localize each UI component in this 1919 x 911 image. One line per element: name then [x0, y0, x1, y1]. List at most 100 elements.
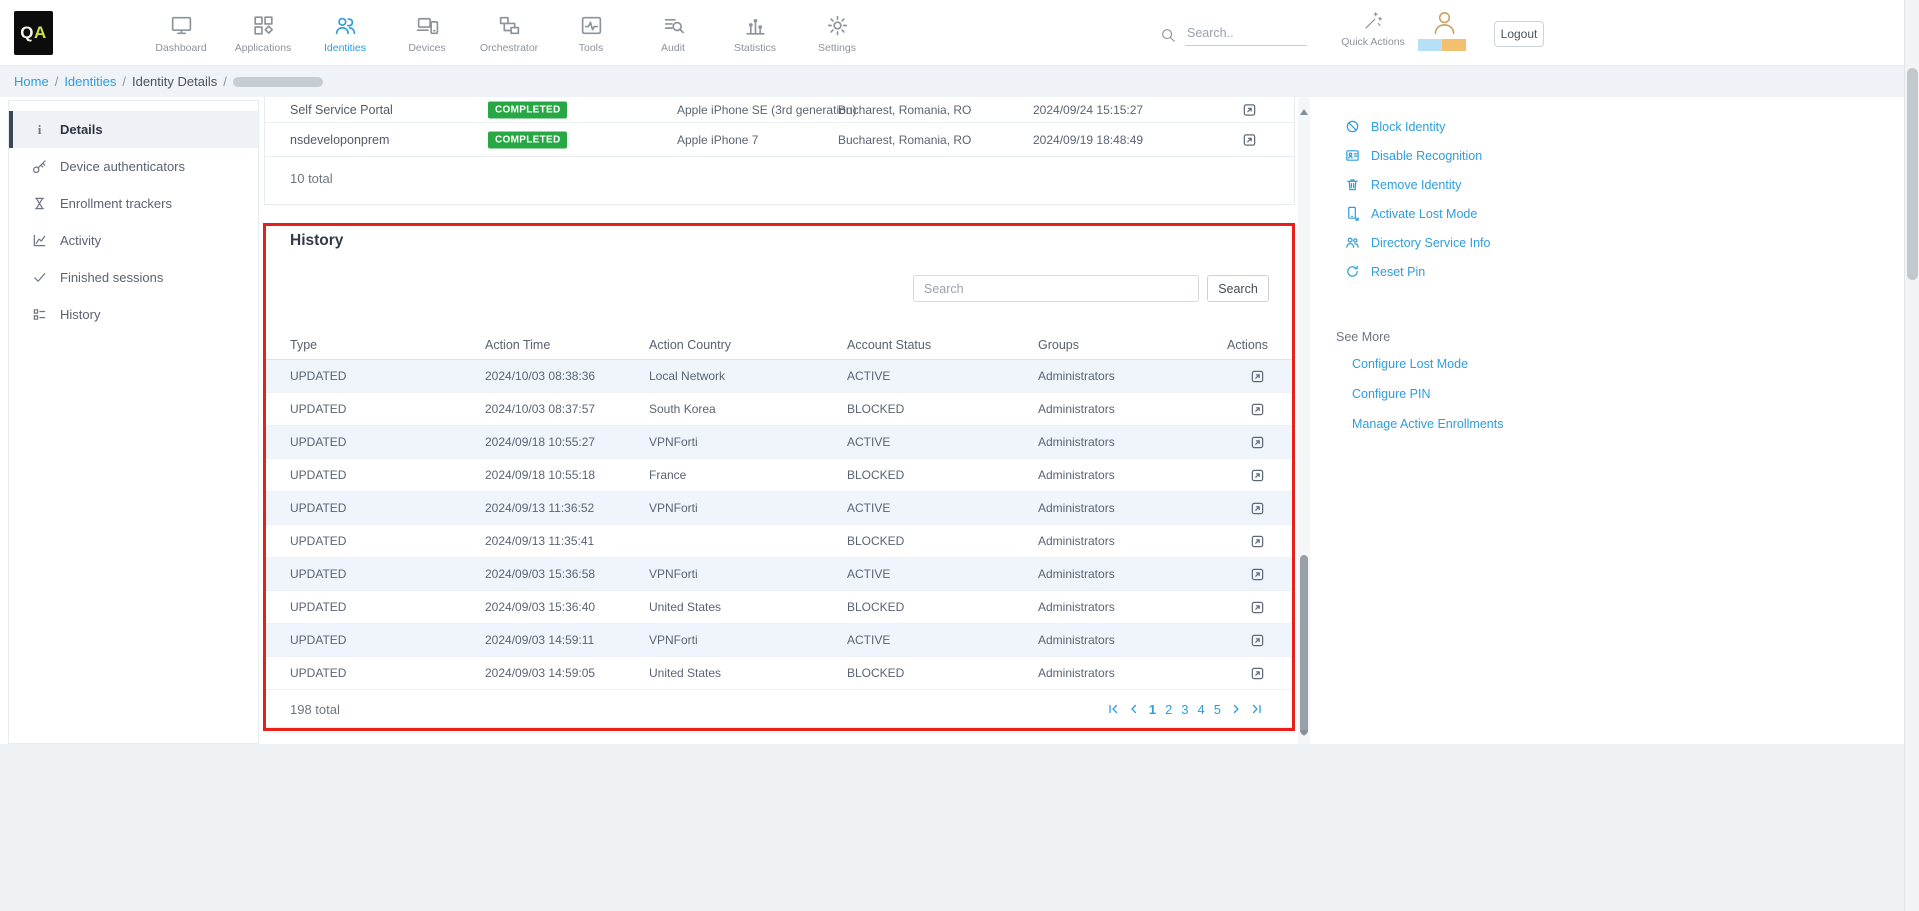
- nav-item-orchestrator[interactable]: Orchestrator: [468, 0, 550, 66]
- breadcrumb-separator: /: [223, 74, 227, 89]
- sidebar-item-history[interactable]: History: [9, 296, 258, 333]
- session-device: Apple iPhone SE (3rd generation): [677, 103, 856, 117]
- action-configure-pin[interactable]: Configure PIN: [1352, 379, 1503, 409]
- breadcrumb-separator: /: [55, 74, 59, 89]
- nav-item-devices[interactable]: Devices: [386, 0, 468, 66]
- history-search-button[interactable]: Search: [1207, 275, 1269, 302]
- content-scrollbar[interactable]: [1298, 97, 1310, 744]
- history-cell-action-country: VPNForti: [649, 501, 847, 515]
- pagination-page-5[interactable]: 5: [1214, 702, 1221, 717]
- history-cell-type: UPDATED: [290, 435, 485, 449]
- page-scrollbar-thumb[interactable]: [1907, 68, 1918, 280]
- history-table-row: UPDATED 2024/09/03 14:59:11 VPNForti ACT…: [265, 624, 1294, 657]
- logout-button[interactable]: Logout: [1494, 21, 1544, 47]
- action-reset-pin[interactable]: Reset Pin: [1345, 257, 1490, 286]
- nav-item-identities[interactable]: Identities: [304, 0, 386, 66]
- history-search-input[interactable]: [913, 275, 1199, 302]
- nav-item-audit[interactable]: Audit: [632, 0, 714, 66]
- pagination-page-4[interactable]: 4: [1198, 702, 1205, 717]
- history-cell-action-country: VPNForti: [649, 633, 847, 647]
- history-table-row: UPDATED 2024/09/03 15:36:40 United State…: [265, 591, 1294, 624]
- history-cell-type: UPDATED: [290, 666, 485, 680]
- action-disable-recognition[interactable]: Disable Recognition: [1345, 141, 1490, 170]
- scroll-down-icon[interactable]: [1300, 730, 1308, 736]
- column-groups: Groups: [1038, 338, 1227, 352]
- history-cell-groups: Administrators: [1038, 501, 1227, 515]
- sidebar-item-device-authenticators[interactable]: Device authenticators: [9, 148, 258, 185]
- session-details-button[interactable]: [1242, 132, 1257, 147]
- magic-wand-icon: [1338, 10, 1408, 31]
- pagination-prev-button[interactable]: [1128, 703, 1140, 715]
- nav-item-applications[interactable]: Applications: [222, 0, 304, 66]
- top-navigation: QA Dashboard Applications Identities Dev…: [0, 0, 1919, 66]
- redacted-identity-name: [233, 77, 323, 87]
- user-icon: [1418, 8, 1470, 37]
- breadcrumb-identities[interactable]: Identities: [64, 74, 116, 89]
- logo-letter-a: A: [34, 23, 47, 43]
- history-cell-groups: Administrators: [1038, 402, 1227, 416]
- action-configure-lost-mode[interactable]: Configure Lost Mode: [1352, 349, 1503, 379]
- sidebar-item-details[interactable]: i Details: [9, 111, 258, 148]
- history-cell-account-status: BLOCKED: [847, 600, 1038, 614]
- user-avatar[interactable]: [1418, 8, 1470, 51]
- page-scrollbar[interactable]: [1904, 0, 1919, 911]
- history-row-details-button[interactable]: [1227, 402, 1265, 417]
- history-cell-type: UPDATED: [290, 534, 485, 548]
- scroll-up-icon[interactable]: [1300, 109, 1308, 115]
- history-cell-action-country: South Korea: [649, 402, 847, 416]
- breadcrumb-home[interactable]: Home: [14, 74, 49, 89]
- pagination-page-2[interactable]: 2: [1165, 702, 1172, 717]
- history-row-details-button[interactable]: [1227, 435, 1265, 450]
- global-search-input[interactable]: [1185, 24, 1307, 46]
- history-cell-account-status: BLOCKED: [847, 534, 1038, 548]
- nav-item-settings[interactable]: Settings: [796, 0, 878, 66]
- pagination-first-button[interactable]: [1107, 703, 1119, 715]
- quick-actions-button[interactable]: Quick Actions: [1338, 10, 1408, 48]
- session-name: nsdeveloponprem: [290, 133, 389, 147]
- history-table-row: UPDATED 2024/10/03 08:37:57 South Korea …: [265, 393, 1294, 426]
- settings-icon: [825, 13, 850, 38]
- action-manage-active-enrollments[interactable]: Manage Active Enrollments: [1352, 409, 1503, 439]
- history-row-details-button[interactable]: [1227, 501, 1265, 516]
- sidebar-item-finished-sessions[interactable]: Finished sessions: [9, 259, 258, 296]
- nav-item-statistics[interactable]: Statistics: [714, 0, 796, 66]
- pagination-page-3[interactable]: 3: [1181, 702, 1188, 717]
- history-row-details-button[interactable]: [1227, 369, 1265, 384]
- nav-item-dashboard[interactable]: Dashboard: [140, 0, 222, 66]
- action-activate-lost-mode[interactable]: Activate Lost Mode: [1345, 199, 1490, 228]
- history-cell-account-status: ACTIVE: [847, 501, 1038, 515]
- sidebar-item-activity[interactable]: Activity: [9, 222, 258, 259]
- session-location: Bucharest, Romania, RO: [838, 133, 971, 147]
- history-row-details-button[interactable]: [1227, 534, 1265, 549]
- sidebar-item-enrollment-trackers[interactable]: Enrollment trackers: [9, 185, 258, 222]
- history-cell-account-status: BLOCKED: [847, 468, 1038, 482]
- content-scrollbar-thumb[interactable]: [1300, 555, 1308, 735]
- action-remove-identity[interactable]: Remove Identity: [1345, 170, 1490, 199]
- action-directory-service-info[interactable]: Directory Service Info: [1345, 228, 1490, 257]
- history-cell-groups: Administrators: [1038, 600, 1227, 614]
- history-row-details-button[interactable]: [1227, 600, 1265, 615]
- history-cell-type: UPDATED: [290, 633, 485, 647]
- nav-item-tools[interactable]: Tools: [550, 0, 632, 66]
- history-table-row: UPDATED 2024/09/18 10:55:27 VPNForti ACT…: [265, 426, 1294, 459]
- session-details-button[interactable]: [1242, 102, 1257, 117]
- identity-actions-panel: Block Identity Disable Recognition Remov…: [1345, 112, 1490, 286]
- main-content: Self Service Portal COMPLETED Apple iPho…: [262, 97, 1310, 744]
- pagination-last-button[interactable]: [1251, 703, 1263, 715]
- history-cell-action-time: 2024/09/03 14:59:11: [485, 633, 649, 647]
- history-list-icon: [32, 307, 47, 322]
- history-cell-action-time: 2024/09/13 11:35:41: [485, 534, 649, 548]
- audit-icon: [661, 13, 686, 38]
- history-row-details-button[interactable]: [1227, 567, 1265, 582]
- app-logo[interactable]: QA: [14, 11, 53, 55]
- pagination-next-button[interactable]: [1230, 703, 1242, 715]
- history-row-details-button[interactable]: [1227, 468, 1265, 483]
- pagination-page-1[interactable]: 1: [1149, 702, 1156, 717]
- history-row-details-button[interactable]: [1227, 666, 1265, 681]
- history-table-row: UPDATED 2024/09/18 10:55:18 France BLOCK…: [265, 459, 1294, 492]
- pagination: 1 2 3 4 5: [1107, 702, 1263, 717]
- history-row-details-button[interactable]: [1227, 633, 1265, 648]
- action-block-identity[interactable]: Block Identity: [1345, 112, 1490, 141]
- trash-icon: [1345, 177, 1360, 192]
- history-card: History Search Type Action Time Action C…: [264, 225, 1295, 728]
